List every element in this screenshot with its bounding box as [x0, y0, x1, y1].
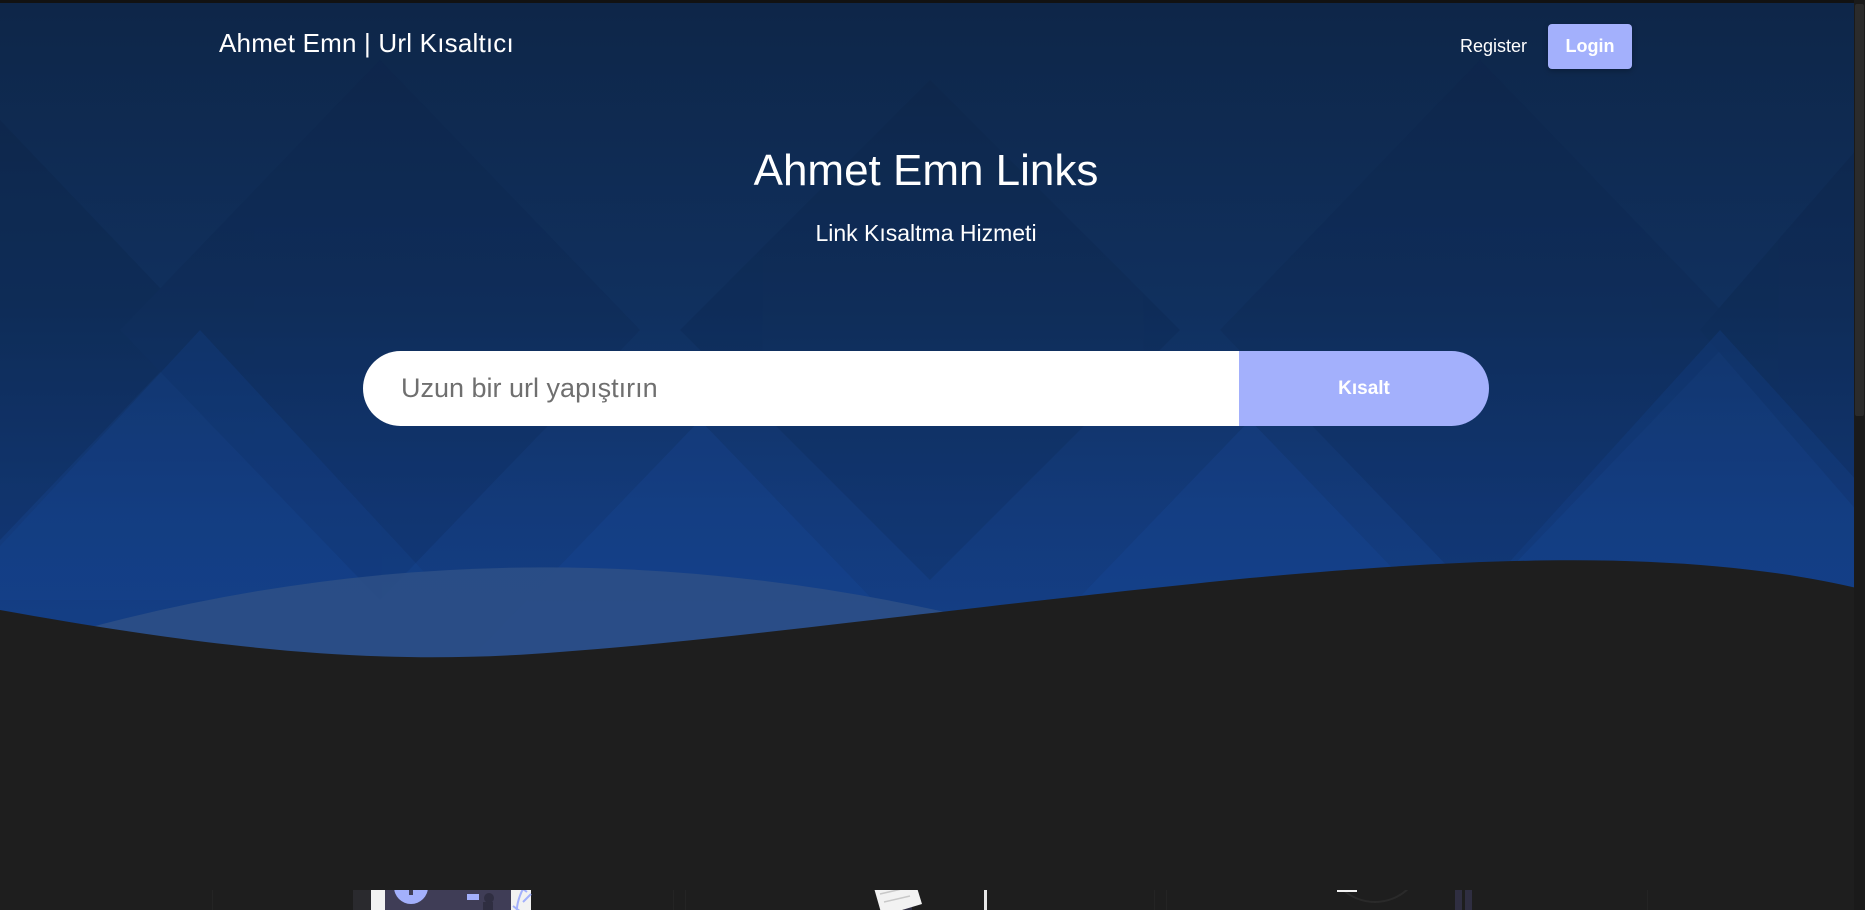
hero-title: Ahmet Emn Links [753, 146, 1099, 195]
brand-logo-link[interactable]: Ahmet Emn | Url Kısaltıcı [219, 28, 514, 59]
page: Ahmet Emn | Url Kısaltıcı Register Login… [0, 0, 1865, 910]
hero-subtitle: Link Kısaltma Hizmeti [815, 220, 1037, 246]
shorten-form: Kısalt [363, 351, 1489, 426]
navbar: Ahmet Emn | Url Kısaltıcı Register Login [0, 20, 1865, 70]
scrollbar-thumb[interactable] [1855, 4, 1864, 416]
url-input[interactable] [363, 351, 1239, 426]
top-strip [0, 0, 1865, 3]
login-button[interactable]: Login [1548, 24, 1632, 69]
register-link[interactable]: Register [1460, 36, 1527, 57]
page-scrollbar[interactable] [1854, 0, 1865, 910]
shorten-button[interactable]: Kısalt [1239, 351, 1489, 426]
hero-wave-divider [0, 560, 1865, 890]
